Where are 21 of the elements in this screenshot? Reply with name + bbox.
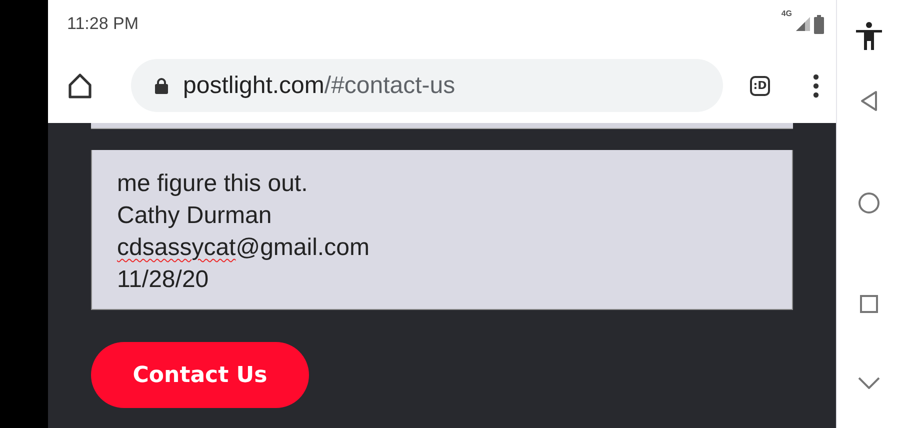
battery-icon (814, 14, 824, 34)
tab-switcher-button[interactable]: :D (750, 76, 770, 96)
text-field[interactable] (91, 123, 793, 129)
menu-icon[interactable] (813, 74, 819, 98)
home-circle-icon[interactable] (858, 192, 880, 214)
network-type: 4G (781, 8, 792, 18)
contact-us-button[interactable]: Contact Us (91, 342, 309, 408)
message-line: Cathy Durman (117, 201, 272, 231)
accessibility-icon[interactable] (856, 22, 882, 50)
message-line: cdsassycat@gmail.com (117, 233, 370, 263)
message-line: me figure this out. (117, 169, 308, 199)
clock-time: 11:28 PM (67, 14, 140, 34)
lock-icon (155, 78, 168, 94)
home-icon[interactable] (66, 72, 94, 100)
signal-icon (796, 17, 810, 31)
chevron-down-icon[interactable] (858, 377, 880, 389)
recents-icon[interactable] (860, 295, 878, 313)
address-field[interactable]: postlight.com/#contact-us (131, 59, 723, 112)
message-line: 11/28/20 (117, 265, 209, 295)
message-field[interactable]: me figure this out. Cathy Durman cdsassycat@gmail.com 11/28/20 (91, 150, 793, 310)
back-icon[interactable] (860, 90, 878, 112)
